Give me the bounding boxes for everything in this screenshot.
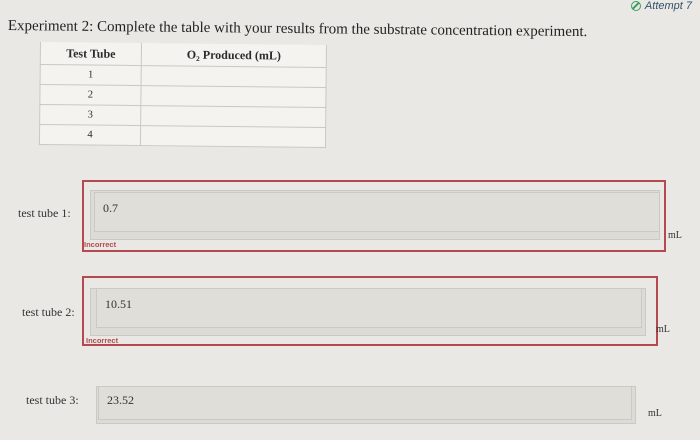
answer-input-test-tube-2[interactable]: 10.51 [96, 288, 642, 328]
attempt-label: Attempt 7 [644, 0, 692, 12]
table-row: 4 [39, 124, 326, 148]
answer-unit-2: mL [656, 324, 670, 335]
answer-status-1: Incorrect [84, 240, 117, 249]
column-header-test-tube: Test Tube [40, 42, 142, 66]
table-cell: 4 [39, 124, 141, 146]
answer-input-test-tube-3[interactable]: 23.52 [98, 386, 632, 420]
answer-status-2: Incorrect [86, 336, 119, 345]
table-cell [140, 85, 327, 108]
table-cell: 3 [39, 104, 141, 126]
column-header-o2-produced: O₂ Produced (mL) [141, 43, 327, 68]
results-table: Test Tube O₂ Produced (mL) 1 2 3 4 [38, 42, 327, 148]
table-header-row: Test Tube O₂ Produced (mL) [40, 42, 327, 68]
answer-input-test-tube-1[interactable]: 0.7 [94, 192, 660, 232]
answer-label-test-tube-2: test tube 2: [22, 305, 75, 319]
answer-unit-1: mL [668, 230, 682, 241]
answer-label-test-tube-1: test tube 1: [18, 206, 71, 220]
table-cell [141, 65, 327, 88]
instruction-text: Experiment 2: Complete the table with yo… [7, 18, 588, 41]
table-cell [140, 125, 326, 148]
attempt-indicator: Attempt 7 [630, 0, 692, 12]
attempt-status-icon [630, 1, 641, 11]
table-cell: 1 [40, 64, 142, 86]
answer-label-test-tube-3: test tube 3: [26, 393, 79, 407]
answer-unit-3: mL [648, 408, 662, 419]
table-cell [140, 105, 326, 128]
table-cell: 2 [39, 84, 142, 106]
